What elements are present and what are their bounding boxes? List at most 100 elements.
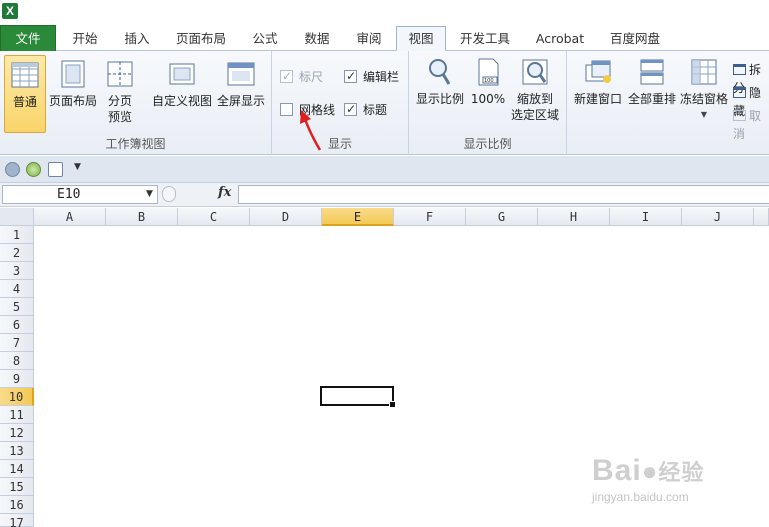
zoom-selection-label-2: 选定区域	[510, 108, 559, 122]
full-screen-button[interactable]: 全屏显示	[214, 59, 268, 109]
row-header-2[interactable]: 2	[0, 244, 34, 262]
freeze-panes-button[interactable]: 冻结窗格 ▼	[677, 57, 731, 123]
tab-baidu-netdisk[interactable]: 百度网盘	[600, 27, 670, 51]
row-header-3[interactable]: 3	[0, 262, 34, 280]
new-window-button[interactable]: 新建窗口	[571, 57, 625, 107]
ruler-checkbox[interactable]	[280, 67, 293, 85]
headings-checkbox[interactable]	[344, 100, 357, 118]
formula-bar: E10 ▼ fx	[0, 183, 769, 207]
row-header-10[interactable]: 10	[0, 388, 34, 406]
hide-button[interactable]: 隐藏	[733, 84, 769, 118]
custom-views-label: 自定义视图	[151, 94, 212, 108]
tab-formulas[interactable]: 公式	[240, 27, 290, 51]
tab-review[interactable]: 审阅	[344, 27, 394, 51]
column-header-partial[interactable]	[754, 208, 769, 226]
arrange-all-icon	[640, 59, 664, 85]
custom-views-button[interactable]: 自定义视图	[150, 59, 214, 109]
baidu-jingyan-watermark: Bai●经验 jingyan.baidu.com	[592, 454, 762, 518]
row-header-7[interactable]: 7	[0, 334, 34, 352]
tab-acrobat[interactable]: Acrobat	[524, 27, 596, 51]
hide-icon	[733, 87, 746, 98]
gridlines-checkbox[interactable]	[280, 103, 293, 116]
zoom-to-selection-button[interactable]: 缩放到 选定区域	[507, 57, 563, 123]
formula-bar-divider-icon	[162, 186, 176, 202]
row-header-1[interactable]: 1	[0, 226, 34, 244]
split-button[interactable]: 拆分	[733, 61, 769, 95]
magnifier-icon	[429, 59, 451, 85]
row-header-5[interactable]: 5	[0, 298, 34, 316]
name-box-dropdown-icon[interactable]: ▼	[146, 189, 153, 199]
customize-qat-icon[interactable]: ▼	[74, 162, 81, 172]
row-header-14[interactable]: 14	[0, 460, 34, 478]
tab-file[interactable]: 文件	[0, 25, 56, 51]
group-workbook-views: 普通 页面布局 分页 预览 自定义视图 全屏显示 工作簿视图	[0, 51, 272, 155]
row-header-13[interactable]: 13	[0, 442, 34, 460]
green-circle-icon[interactable]	[26, 162, 41, 177]
group-label-show: 显示	[327, 137, 352, 151]
page-break-preview-button[interactable]: 分页 预览	[100, 59, 140, 125]
quick-access-toolbar: ▼	[0, 156, 769, 183]
group-label-workbook-views: 工作簿视图	[105, 137, 166, 151]
zoom-100-icon-text: 100	[484, 78, 494, 84]
arrange-all-button[interactable]: 全部重排	[625, 57, 679, 107]
column-header-h[interactable]: H	[538, 208, 610, 226]
row-header-12[interactable]: 12	[0, 424, 34, 442]
tab-developer[interactable]: 开发工具	[450, 27, 520, 51]
chevron-down-icon: ▼	[700, 110, 708, 119]
normal-view-button[interactable]: 普通	[4, 55, 46, 133]
zoom-selection-label-1: 缩放到	[516, 92, 553, 106]
gridlines-label: 网格线	[299, 103, 336, 117]
page-layout-view-button[interactable]: 页面布局	[48, 59, 98, 109]
row-header-8[interactable]: 8	[0, 352, 34, 370]
row-header-15[interactable]: 15	[0, 478, 34, 496]
tab-home[interactable]: 开始	[60, 27, 110, 51]
row-header-16[interactable]: 16	[0, 496, 34, 514]
select-all-corner[interactable]	[0, 208, 34, 226]
column-header-g[interactable]: G	[466, 208, 538, 226]
column-header-d[interactable]: D	[250, 208, 322, 226]
column-header-i[interactable]: I	[610, 208, 682, 226]
ribbon-tabs: 文件 开始 插入 页面布局 公式 数据 审阅 视图 开发工具 Acrobat 百…	[0, 24, 769, 51]
record-macro-icon[interactable]	[5, 162, 20, 177]
split-icon	[733, 64, 746, 75]
formula-input[interactable]	[238, 185, 769, 204]
zoom-button[interactable]: 显示比例	[413, 57, 467, 107]
ruler-checkbox-row[interactable]: 标尺	[280, 67, 324, 86]
headings-checkbox-row[interactable]: 标题	[344, 100, 388, 119]
group-window: 新建窗口 全部重排 冻结窗格 ▼ 拆分 隐藏 取消	[567, 51, 769, 155]
formula-bar-checkbox[interactable]	[344, 67, 357, 85]
fx-icon[interactable]: fx	[218, 185, 231, 200]
active-cell-e10[interactable]	[320, 386, 396, 408]
column-header-b[interactable]: B	[106, 208, 178, 226]
column-header-e[interactable]: E	[322, 208, 394, 226]
full-screen-label: 全屏显示	[216, 94, 265, 108]
zoom-100-button[interactable]: 100 100%	[469, 57, 507, 107]
column-header-c[interactable]: C	[178, 208, 250, 226]
tab-page-layout[interactable]: 页面布局	[166, 27, 236, 51]
formula-bar-label: 编辑栏	[363, 70, 400, 84]
column-header-a[interactable]: A	[34, 208, 106, 226]
row-header-4[interactable]: 4	[0, 280, 34, 298]
row-header-17[interactable]: 17	[0, 514, 34, 527]
row-header-9[interactable]: 9	[0, 370, 34, 388]
excel-icon[interactable]: X	[2, 3, 18, 19]
tab-insert[interactable]: 插入	[112, 27, 162, 51]
print-preview-icon[interactable]	[48, 162, 63, 177]
column-header-j[interactable]: J	[682, 208, 754, 226]
custom-views-icon	[169, 63, 195, 85]
unhide-button[interactable]: 取消	[733, 107, 769, 141]
ruler-label: 标尺	[299, 70, 324, 84]
formula-bar-checkbox-row[interactable]: 编辑栏	[344, 67, 400, 86]
gridlines-checkbox-row[interactable]: 网格线	[280, 101, 335, 119]
watermark-url: jingyan.baidu.com	[592, 490, 689, 504]
normal-view-label: 普通	[12, 95, 37, 109]
row-header-6[interactable]: 6	[0, 316, 34, 334]
headings-label: 标题	[363, 103, 388, 117]
row-header-11[interactable]: 11	[0, 406, 34, 424]
tab-data[interactable]: 数据	[292, 27, 342, 51]
freeze-panes-label: 冻结窗格	[679, 92, 728, 106]
tab-view[interactable]: 视图	[396, 26, 446, 51]
name-box[interactable]: E10	[2, 185, 158, 204]
page-layout-label: 页面布局	[48, 94, 97, 108]
column-header-f[interactable]: F	[394, 208, 466, 226]
